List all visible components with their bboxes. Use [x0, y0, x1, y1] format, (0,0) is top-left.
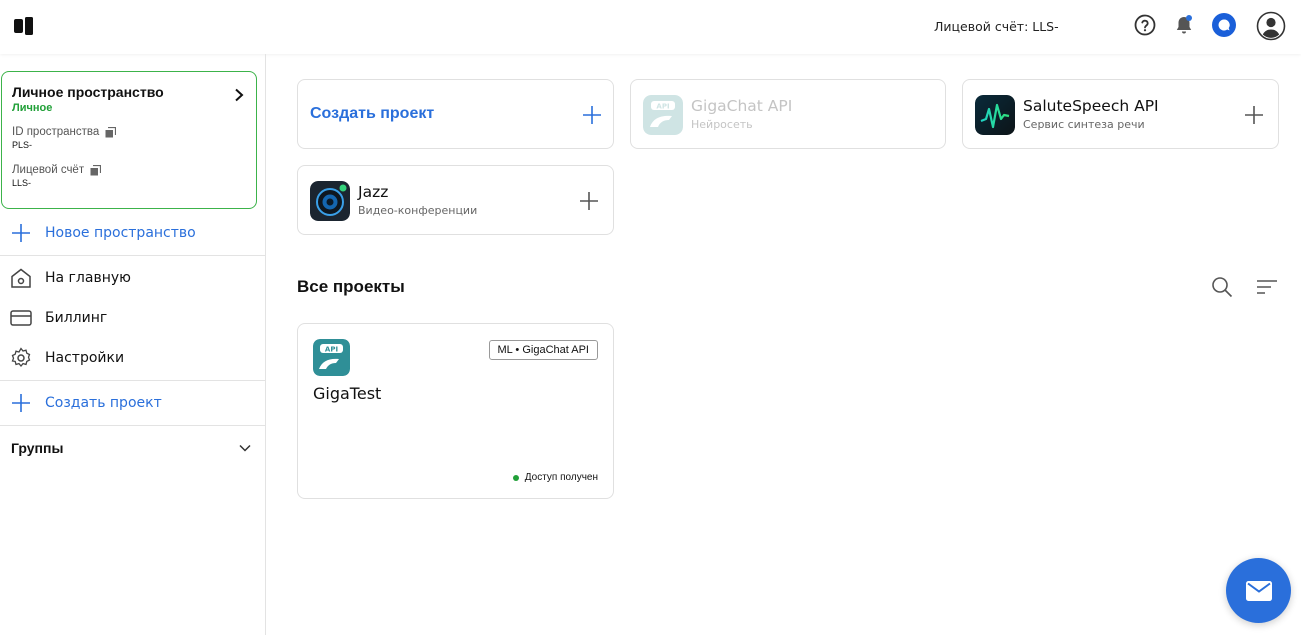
project-status: Доступ получен — [512, 472, 598, 483]
user-icon[interactable] — [1256, 11, 1286, 41]
nav-item-billing[interactable]: Биллинг — [0, 298, 265, 338]
new-space-button[interactable]: Новое пространство — [0, 213, 265, 253]
service-desc: Нейросеть — [691, 118, 753, 131]
home-icon — [10, 267, 32, 289]
top-header: Лицевой счёт: LLS- — [0, 0, 1301, 54]
divider — [0, 255, 265, 256]
gigachat-api-icon: API — [643, 95, 683, 135]
service-desc: Видео-конференции — [358, 204, 478, 217]
space-id-label: ID пространства — [12, 126, 100, 138]
personal-space-card[interactable]: Личное пространство Личное ID пространст… — [1, 71, 257, 209]
create-project-card-label: Создать проект — [310, 105, 435, 122]
nav-item-settings[interactable]: Настройки — [0, 338, 265, 378]
account-label-row: Лицевой счёт — [12, 164, 246, 176]
project-name: GigaTest — [313, 384, 382, 403]
chevron-down-icon — [239, 444, 251, 452]
space-title: Личное пространство — [12, 84, 164, 100]
jazz-icon — [310, 181, 350, 221]
status-dot — [512, 474, 519, 481]
gigachat-api-icon: API — [313, 339, 350, 376]
logo-icon[interactable] — [14, 17, 34, 35]
space-id-label-row: ID пространства — [12, 126, 246, 138]
create-project-label: Создать проект — [45, 395, 162, 411]
app-icon[interactable] — [1212, 13, 1236, 37]
sort-icon[interactable] — [1256, 276, 1278, 298]
bell-icon[interactable] — [1172, 13, 1196, 37]
mail-icon — [1245, 580, 1272, 601]
gear-icon — [10, 347, 32, 369]
service-name: GigaChat API — [691, 97, 793, 115]
plus-icon — [10, 222, 32, 244]
groups-label: Группы — [11, 440, 64, 456]
divider — [0, 380, 265, 381]
service-card-jazz[interactable]: Jazz Видео-конференции — [297, 165, 614, 235]
service-name: SaluteSpeech API — [1023, 97, 1159, 115]
divider — [0, 425, 265, 426]
space-type: Личное — [12, 102, 53, 114]
create-project-button[interactable]: Создать проект — [0, 383, 265, 423]
icon-text: API — [325, 345, 338, 353]
project-card[interactable]: API ML • GigaChat API GigaTest Доступ по… — [297, 323, 614, 499]
chevron-right-icon[interactable] — [234, 88, 244, 102]
service-card-gigachat: API GigaChat API Нейросеть — [630, 79, 946, 149]
copy-icon[interactable] — [105, 126, 117, 138]
account-label: Лицевой счёт: LLS- — [934, 19, 1059, 34]
project-tag: ML • GigaChat API — [488, 340, 598, 360]
copy-icon[interactable] — [90, 164, 102, 176]
nav-label: Биллинг — [45, 310, 108, 326]
space-id-value: PLS- — [12, 140, 33, 150]
nav-item-home[interactable]: На главную — [0, 258, 265, 298]
service-card-salutespeech[interactable]: SaluteSpeech API Сервис синтеза речи — [962, 79, 1279, 149]
service-name: Jazz — [358, 183, 389, 201]
space-account-value: LLS- — [12, 178, 32, 188]
all-projects-title: Все проекты — [297, 277, 405, 296]
service-desc: Сервис синтеза речи — [1023, 118, 1145, 131]
help-icon[interactable] — [1133, 13, 1157, 37]
feedback-button[interactable] — [1226, 558, 1291, 623]
nav-label: На главную — [45, 270, 131, 286]
sidebar: Личное пространство Личное ID пространст… — [0, 54, 266, 635]
svg-text:API: API — [656, 103, 669, 111]
plus-icon — [583, 106, 601, 124]
new-space-label: Новое пространство — [45, 225, 196, 241]
create-project-card[interactable]: Создать проект — [297, 79, 614, 149]
plus-icon — [10, 392, 32, 414]
plus-icon[interactable] — [1244, 105, 1264, 125]
salutespeech-icon — [975, 95, 1015, 135]
space-account-label: Лицевой счёт — [12, 164, 85, 176]
status-label: Доступ получен — [524, 472, 598, 483]
plus-icon[interactable] — [579, 191, 599, 211]
groups-toggle[interactable]: Группы — [11, 440, 251, 456]
search-icon[interactable] — [1211, 276, 1233, 298]
card-icon — [10, 307, 32, 329]
nav-label: Настройки — [45, 350, 125, 366]
